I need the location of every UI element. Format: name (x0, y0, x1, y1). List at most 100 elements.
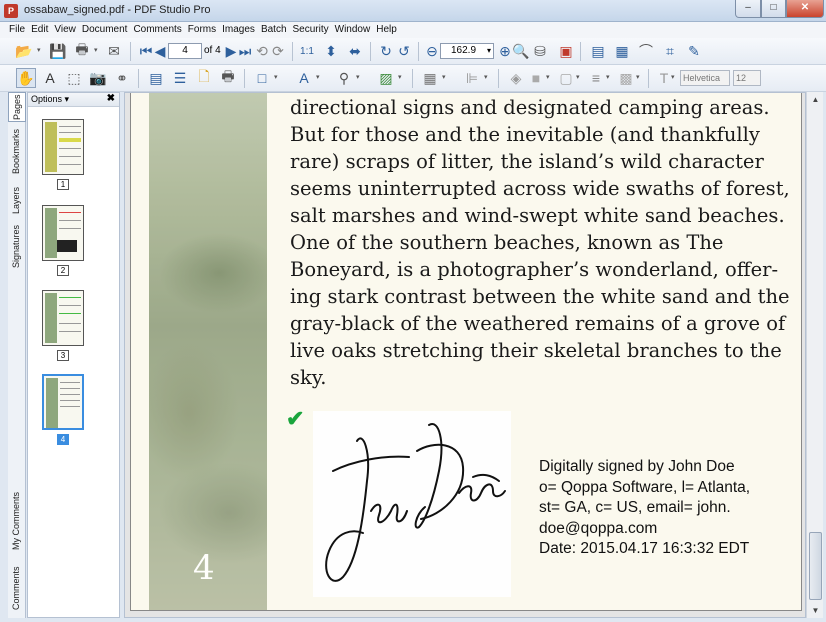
shape-dropdown-icon[interactable]: ▾ (274, 74, 280, 81)
snapshot-frame-icon[interactable]: ▣ (556, 41, 576, 61)
rotate-counterclockwise-icon[interactable]: ↺ (394, 41, 414, 61)
rectangle-icon[interactable]: □ (252, 68, 272, 88)
menu-window[interactable]: Window (332, 22, 374, 38)
menu-document[interactable]: Document (79, 22, 131, 38)
line-width-dropdown-icon[interactable]: ▾ (606, 74, 612, 81)
border-dropdown-icon[interactable]: ▾ (576, 74, 582, 81)
document-view[interactable]: 4 directional signs and designated campi… (124, 92, 806, 618)
table-icon[interactable]: ▦ (612, 41, 632, 61)
minimize-button[interactable]: – (735, 0, 761, 18)
line-width-icon[interactable]: ≡ (586, 68, 606, 88)
menu-comments[interactable]: Comments (130, 22, 184, 38)
opacity-icon[interactable]: ▩ (616, 68, 636, 88)
menu-images[interactable]: Images (219, 22, 258, 38)
scroll-up-icon[interactable]: ▲ (808, 92, 823, 107)
vertical-scrollbar[interactable]: ▲ ▼ (806, 92, 823, 618)
image-icon[interactable]: ▨ (376, 68, 396, 88)
stamp-tool-icon[interactable]: ⚲ (334, 68, 354, 88)
zoom-field[interactable]: 162.9 ▾ (440, 43, 494, 59)
menu-forms[interactable]: Forms (185, 22, 219, 38)
tab-pages[interactable]: Pages (8, 92, 26, 122)
menu-security[interactable]: Security (290, 22, 332, 38)
tab-my-comments[interactable]: My Comments (8, 492, 26, 552)
border-color-icon[interactable]: ▢ (556, 68, 576, 88)
menu-edit[interactable]: Edit (28, 22, 51, 38)
menu-batch[interactable]: Batch (258, 22, 290, 38)
camera-icon[interactable]: 📷 (88, 68, 108, 88)
previous-page-icon[interactable]: ◀ (150, 41, 170, 61)
font-size-select[interactable]: 12 (733, 70, 761, 86)
signature-field[interactable] (313, 411, 511, 597)
fill-color-icon[interactable]: ◈ (506, 68, 526, 88)
align-dropdown-icon[interactable]: ▾ (484, 74, 490, 81)
email-icon[interactable]: ✉ (104, 41, 124, 61)
forward-view-icon[interactable]: ⟳ (268, 41, 288, 61)
print-icon[interactable]: 🖶 (72, 41, 92, 61)
scrollbar-thumb[interactable] (809, 532, 822, 600)
open-folder-icon[interactable]: 📂 (14, 41, 34, 61)
stamp-icon[interactable]: ⛁ (530, 41, 550, 61)
print-dropdown-icon[interactable]: ▾ (94, 47, 100, 54)
text-select-icon[interactable]: A (40, 68, 60, 88)
close-button[interactable]: ✕ (786, 0, 824, 18)
edit-content-icon[interactable]: ✎ (684, 41, 704, 61)
note-icon[interactable]: ▤ (146, 68, 166, 88)
options-menu[interactable]: Options ▾ (31, 94, 69, 105)
opacity-dropdown-icon[interactable]: ▾ (636, 74, 642, 81)
signature-info: Digitally signed by John Doe o= Qoppa So… (539, 457, 750, 560)
stamp-dropdown-icon[interactable]: ▾ (356, 74, 362, 81)
zoom-dropdown-icon[interactable]: ▾ (487, 44, 491, 58)
tab-layers[interactable]: Layers (8, 184, 26, 218)
menu-file[interactable]: File (6, 22, 28, 38)
font-dropdown-icon[interactable]: ▾ (671, 74, 677, 81)
form-fields-icon[interactable]: ▤ (588, 41, 608, 61)
text-line: directional signs and designated camping… (290, 96, 770, 119)
text-line: But for those and the inevitable (and th… (290, 123, 760, 146)
image-dropdown-icon[interactable]: ▾ (398, 74, 404, 81)
font-name-select[interactable]: Helvetica (680, 70, 730, 86)
menu-view[interactable]: View (51, 22, 79, 38)
page-thumbnail-selected[interactable] (42, 374, 84, 430)
maximize-button[interactable]: □ (761, 0, 786, 18)
grid-dropdown-icon[interactable]: ▾ (442, 74, 448, 81)
page-thumbnail[interactable] (42, 290, 84, 346)
pdf-page: 4 directional signs and designated campi… (130, 93, 802, 611)
highlight-dropdown-icon[interactable]: ▾ (316, 74, 322, 81)
printer-tool-icon[interactable]: 🖶 (218, 68, 238, 88)
thumbnail-image (45, 208, 57, 258)
menu-bar: File Edit View Document Comments Forms I… (0, 22, 826, 38)
redact-icon[interactable]: ⌒ (636, 41, 656, 61)
align-icon[interactable]: ⊫ (462, 68, 482, 88)
page-number-input[interactable]: 4 (168, 43, 202, 59)
menu-help[interactable]: Help (373, 22, 400, 38)
binoculars-icon[interactable]: ⚭ (112, 68, 132, 88)
zoom-tool-icon[interactable]: 🔍 (511, 41, 531, 61)
page-thumbnail[interactable] (42, 205, 84, 261)
area-select-icon[interactable]: ⬚ (64, 68, 84, 88)
rotate-clockwise-icon[interactable]: ↻ (376, 41, 396, 61)
text-line: rare) scraps of litter, the island’s wil… (290, 150, 764, 173)
save-icon[interactable]: 💾 (48, 41, 68, 61)
fit-width-icon[interactable]: ⬌ (345, 41, 365, 61)
hand-tool-icon[interactable]: ✋ (16, 68, 36, 88)
fit-page-icon[interactable]: ⬍ (321, 41, 341, 61)
fill-swatch-icon[interactable]: ■ (526, 68, 546, 88)
fill-dropdown-icon[interactable]: ▾ (546, 74, 552, 81)
thumbnail-label: 3 (57, 350, 69, 361)
grid-icon[interactable]: ▦ (420, 68, 440, 88)
sticky-note-icon[interactable]: 🗋 (194, 68, 214, 88)
page-count: of 4 (204, 45, 221, 56)
tab-bookmarks[interactable]: Bookmarks (8, 128, 26, 178)
comment-list-icon[interactable]: ☰ (170, 68, 190, 88)
tab-comments[interactable]: Comments (8, 566, 26, 614)
text-highlight-icon[interactable]: A (294, 68, 314, 88)
open-dropdown-icon[interactable]: ▾ (37, 47, 43, 54)
signature-valid-check-icon: ✔ (286, 406, 305, 431)
page-thumbnail[interactable] (42, 119, 84, 175)
close-panel-icon[interactable]: ✖ (107, 93, 115, 104)
crop-icon[interactable]: ⌗ (660, 41, 680, 61)
tab-signatures[interactable]: Signatures (8, 222, 26, 272)
zoom-out-icon[interactable]: ⊖ (422, 41, 442, 61)
actual-size-icon[interactable]: 1:1 (297, 41, 317, 61)
scroll-down-icon[interactable]: ▼ (808, 603, 823, 618)
